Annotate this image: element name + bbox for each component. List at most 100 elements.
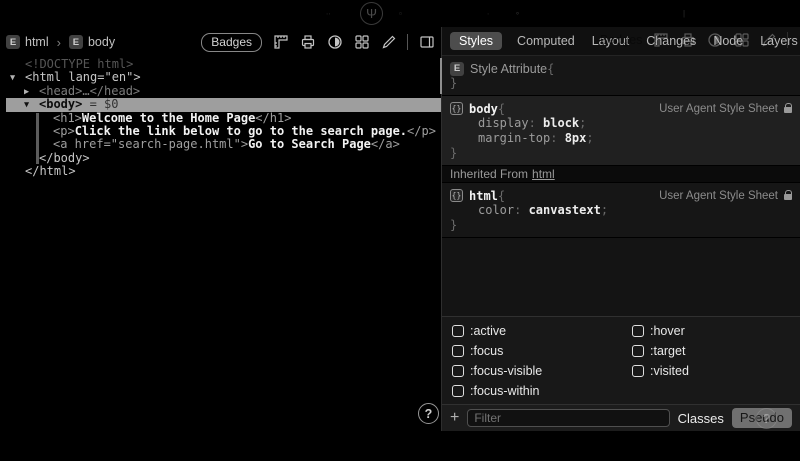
body-rule[interactable]: {} body { User Agent Style Sheet display… [442,96,800,166]
checkbox-icon [632,365,644,377]
tree-row[interactable]: <p>Click the link below to go to the sea… [0,125,441,138]
code-segment: Welcome to the Home Page [82,111,255,125]
disclosure-triangle-icon[interactable]: ▼ [24,99,39,112]
faint-dots-icon: ∙∙ [326,9,330,18]
tree-row[interactable]: <h1>Welcome to the Home Page</h1> [0,112,441,125]
breadcrumb-label: html [25,35,49,49]
brace-open: { [498,189,505,203]
pseudo-checkbox-visited[interactable]: :visited [632,363,790,378]
css-property[interactable]: display: block; [450,116,792,131]
checkbox-icon [632,345,644,357]
style-attribute-rule[interactable]: E Style Attribute { } [442,56,800,96]
contrast-icon[interactable] [326,34,343,51]
code-segment: <head>…</head> [39,84,140,98]
inherited-from-header: Inherited From html [442,166,800,183]
rule-badge: {} [450,189,463,202]
site-logo-icon: Ψ [360,2,383,25]
empty-area [442,238,800,316]
classes-button[interactable]: Classes [678,411,724,426]
breadcrumb-item-html[interactable]: Ehtml [6,35,49,49]
disclosure-triangle-icon[interactable]: ▶ [24,86,39,99]
sidebar-icon[interactable] [418,34,435,51]
rule-origin: User Agent Style Sheet [659,190,792,202]
checkbox-icon [452,325,464,337]
tab-styles[interactable]: Styles [450,32,502,50]
element-badge: E [69,35,83,49]
code-segment: </html> [25,164,76,178]
help-button[interactable]: ? [418,403,439,424]
code-segment: Click the link below to go to the search… [75,124,407,138]
filter-input[interactable] [467,409,669,427]
tree-row[interactable]: ▶<head>…</head> [0,85,441,98]
css-property[interactable]: margin-top: 8px; [450,131,792,146]
grid-icon[interactable] [353,34,370,51]
pseudo-label: :active [470,324,506,338]
tree-row[interactable]: </html> [0,165,441,178]
pseudo-button[interactable]: Pseudo [732,408,792,428]
tab-node[interactable]: Node [711,32,745,50]
pseudo-class-panel: :active :hover :focus :target :focus-visible… [442,316,800,404]
tree-row[interactable]: <!DOCTYPE html> [0,58,441,71]
breadcrumb-item-body[interactable]: Ebody [69,35,115,49]
tree-row[interactable]: ▼<body> = $0 [6,98,441,111]
pseudo-label: :target [650,344,685,358]
checkbox-icon [452,345,464,357]
code-segment: </a> [371,137,400,151]
code-segment: </h1> [255,111,291,125]
tree-row[interactable]: ▼<html lang="en"> [0,71,441,84]
print-icon[interactable] [299,34,316,51]
styles-footer-bar: + Classes Pseudo ? [442,404,800,431]
rule-selector[interactable]: html [469,189,498,203]
inherited-html-link[interactable]: html [532,167,555,181]
pseudo-checkbox-focus-within[interactable]: :focus-within [452,383,632,398]
tree-row[interactable]: </body> [0,152,441,165]
breadcrumb-label: body [88,35,115,49]
code-segment: <h1> [53,111,82,125]
rule-origin: User Agent Style Sheet [659,103,792,115]
sidebar-tab-bar: StylesComputedLayoutChangesNodeLayers Ba… [442,27,800,56]
code-segment: <p> [53,124,75,138]
faint-glyph-icon: ∙ [487,9,489,18]
dom-tree: <!DOCTYPE html>▼<html lang="en">▶<head>…… [0,58,441,179]
disclosure-triangle-icon[interactable]: ▼ [10,72,25,85]
lock-icon [784,107,792,113]
css-property[interactable]: color: canvastext; [450,203,792,218]
pseudo-checkbox-active[interactable]: :active [452,323,632,338]
faint-glyph-icon: ▫ [399,9,402,18]
style-attribute-title: Style Attribute [470,62,547,76]
toolbar-divider [407,34,408,50]
brace-open: { [547,62,554,76]
checkbox-icon [452,385,464,397]
page-header-strip: ∙∙Ψ▫∙∘| [0,0,800,27]
pseudo-label: :focus-within [470,384,539,398]
tab-computed[interactable]: Computed [515,32,577,50]
toolbar-buttons: Badges [201,33,435,52]
pseudo-label: :hover [650,324,685,338]
pseudo-checkbox-target[interactable]: :target [632,343,790,358]
code-segment: <!DOCTYPE html> [25,57,133,71]
web-inspector-window: ∙∙Ψ▫∙∘| Ehtml›Ebody Badges [0,0,800,461]
faint-glyph-icon: | [683,9,685,18]
element-badge: E [6,35,20,49]
pseudo-checkbox-hover[interactable]: :hover [632,323,790,338]
badges-button[interactable]: Badges [201,33,262,52]
pseudo-checkbox-focus-visible[interactable]: :focus-visible [452,363,632,378]
breadcrumb[interactable]: Ehtml › Ebody [6,35,115,50]
html-rule[interactable]: {} html { User Agent Style Sheet color: … [442,183,800,238]
tab-layout[interactable]: Layout [590,32,632,50]
ruler-icon[interactable] [272,34,289,51]
code-segment: <html lang="en"> [25,70,141,84]
tree-row[interactable]: <a href="search-page.html">Go to Search … [0,138,441,151]
brace-close: } [450,146,792,160]
checkbox-icon [632,325,644,337]
breadcrumb-separator: › [57,35,61,50]
pencil-icon[interactable] [380,34,397,51]
tab-changes[interactable]: Changes [644,32,698,50]
pseudo-checkbox-focus[interactable]: :focus [452,343,632,358]
rule-selector[interactable]: body [469,102,498,116]
pseudo-label: :focus [470,344,503,358]
tab-layers[interactable]: Layers [758,32,800,50]
add-rule-button[interactable]: + [450,410,459,426]
styles-sidebar: StylesComputedLayoutChangesNodeLayers Ba… [442,27,800,431]
pseudo-label: :visited [650,364,689,378]
